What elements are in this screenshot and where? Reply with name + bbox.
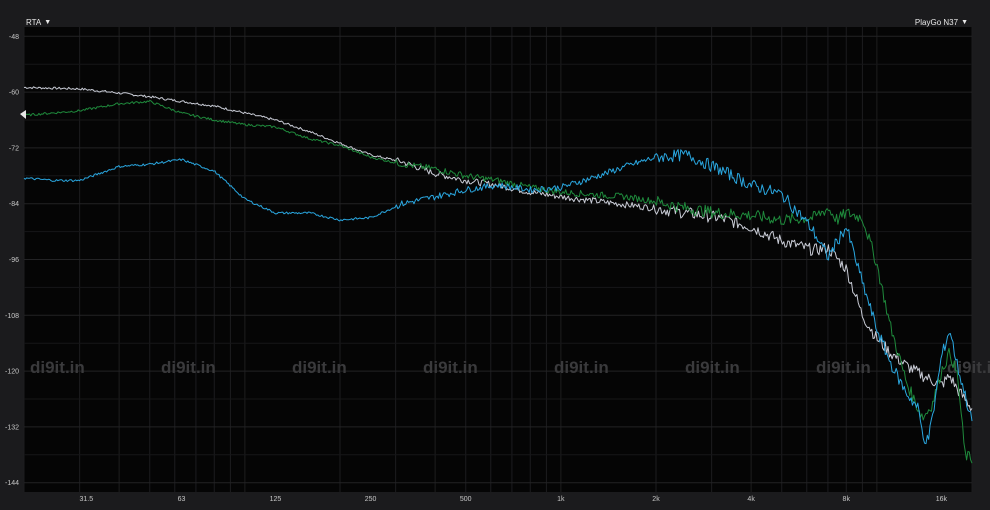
x-tick-label: 4k — [747, 496, 755, 503]
y-tick-label: -132 — [5, 424, 19, 431]
watermark-text: di9it.in — [816, 358, 871, 377]
y-tick-label: -72 — [9, 145, 19, 152]
dropdown-arrow-icon: ▼ — [44, 19, 52, 26]
watermark-text: di9it.in — [685, 358, 740, 377]
y-tick-label: -48 — [9, 34, 19, 41]
y-tick-label: -108 — [5, 313, 19, 320]
x-tick-label: 63 — [178, 496, 186, 503]
x-tick-label: 125 — [270, 496, 282, 503]
device-label: PlayGo N37 — [914, 18, 959, 27]
x-tick-label: 16k — [936, 496, 948, 503]
watermark-text: di9it.in — [423, 358, 478, 377]
watermark-text: di9it.in — [292, 358, 347, 377]
x-tick-label: 31.5 — [80, 496, 94, 503]
device-dropdown[interactable]: PlayGo N37 ▼ — [915, 18, 968, 27]
y-tick-label: -120 — [5, 369, 19, 376]
y-tick-label: -84 — [9, 201, 19, 208]
level-marker-handle[interactable] — [20, 110, 26, 119]
x-axis: 31.5 63 125 250 500 1k 2k 4k 8k 16k — [80, 496, 948, 503]
dropdown-arrow-icon: ▼ — [961, 19, 968, 26]
watermark-text: di9it.in — [161, 358, 216, 377]
rta-chart: di9it.in di9it.in di9it.in di9it.in di9it.in… — [5, 27, 990, 503]
y-axis: -48 -60 -72 -84 -96 -108 -120 -132 -144 — [5, 34, 19, 487]
watermark-text: di9it.in — [30, 358, 85, 377]
rta-mode-label: RTA — [26, 18, 42, 27]
y-tick-label: -60 — [9, 90, 19, 97]
x-tick-label: 250 — [365, 496, 377, 503]
rta-mode-dropdown[interactable]: RTA ▼ — [26, 18, 51, 27]
x-tick-label: 2k — [652, 496, 660, 503]
x-tick-label: 500 — [460, 496, 472, 503]
rta-panel: di9it.in di9it.in di9it.in di9it.in di9it.in… — [0, 0, 990, 510]
y-tick-label: -96 — [9, 257, 19, 264]
y-tick-label: -144 — [5, 480, 19, 487]
x-tick-label: 1k — [557, 496, 565, 503]
x-tick-label: 8k — [843, 496, 851, 503]
watermark-text: di9it.in — [554, 358, 609, 377]
